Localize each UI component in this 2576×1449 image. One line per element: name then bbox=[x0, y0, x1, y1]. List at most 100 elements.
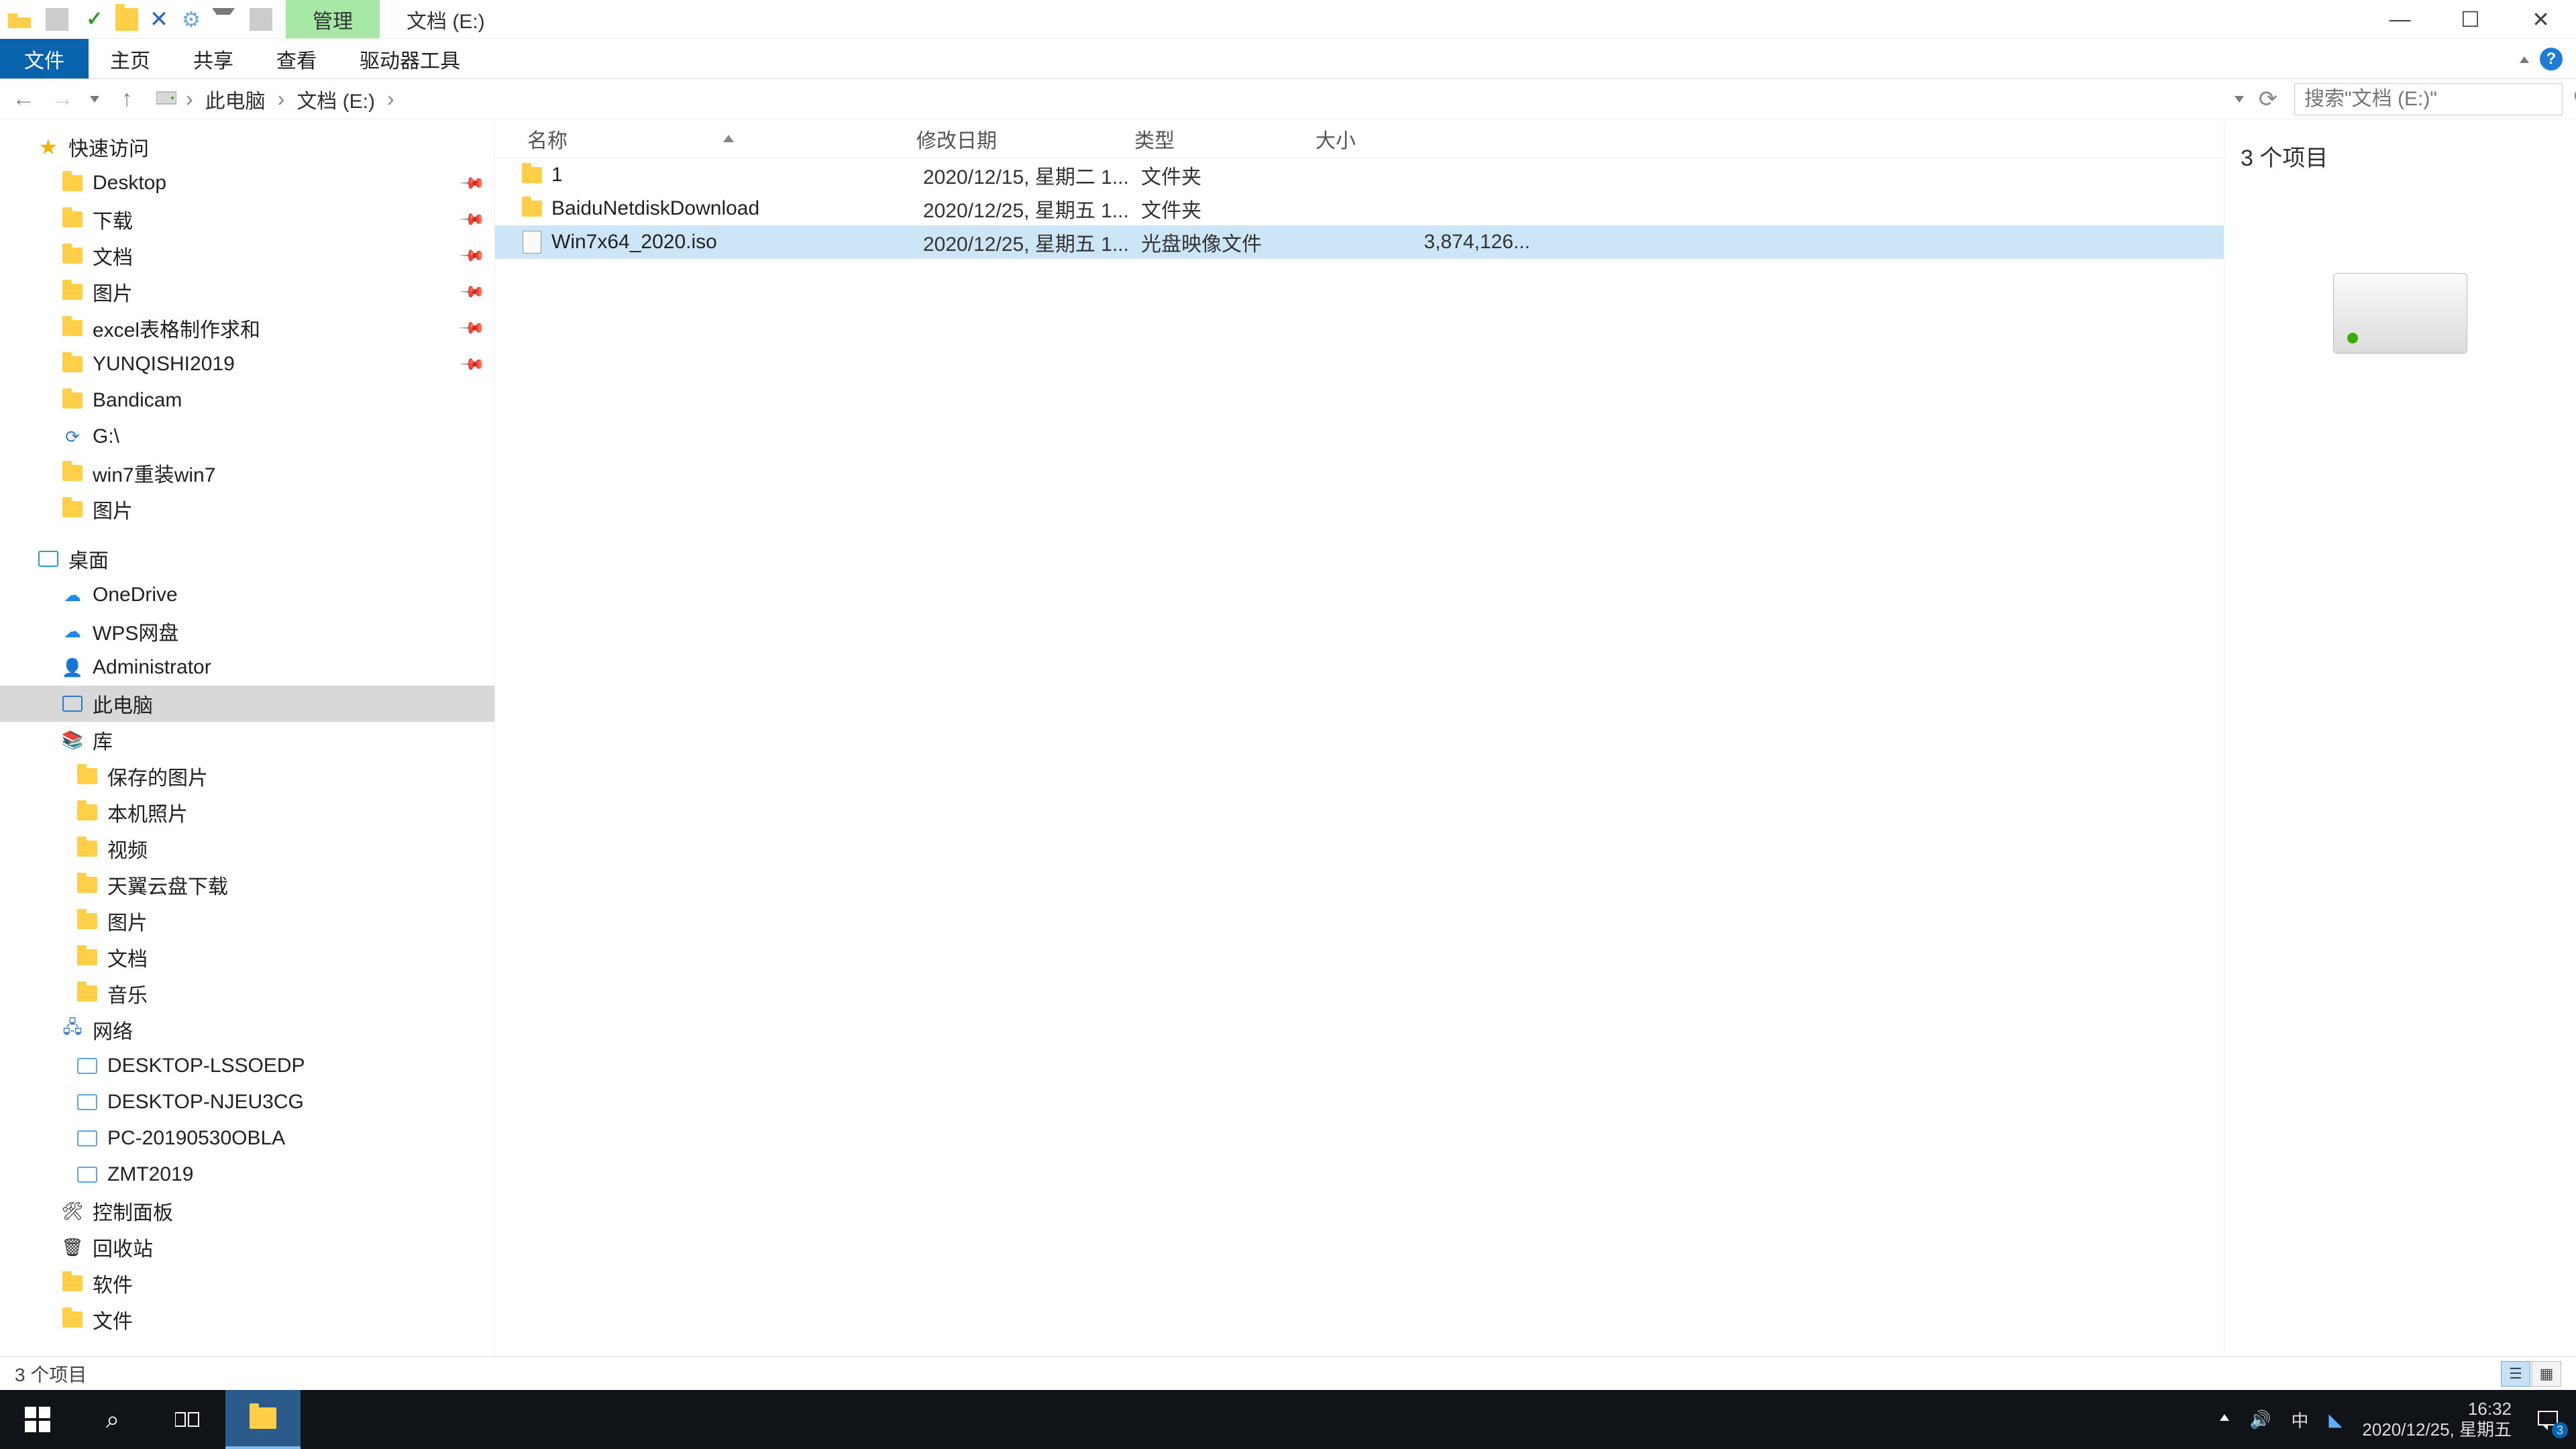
close-button[interactable]: ✕ bbox=[2506, 0, 2576, 38]
tree-item[interactable]: 🛠控制面板 bbox=[0, 1193, 494, 1229]
chevron-right-icon[interactable]: › bbox=[272, 87, 290, 111]
refresh-button[interactable]: ⟳ bbox=[2254, 83, 2282, 116]
tray-app-icon[interactable]: ◣ bbox=[2328, 1409, 2342, 1430]
tree-item[interactable]: PC-20190530OBLA bbox=[0, 1120, 494, 1157]
view-thumbnails-button[interactable]: ▦ bbox=[2532, 1361, 2561, 1387]
qat-folder-icon[interactable] bbox=[115, 8, 138, 31]
tree-label: DESKTOP-LSSOEDP bbox=[107, 1055, 305, 1077]
file-name: Win7x64_2020.iso bbox=[551, 231, 923, 254]
tree-item[interactable]: 图片 bbox=[0, 903, 494, 939]
tree-item[interactable]: 🖧网络 bbox=[0, 1012, 494, 1048]
qat-confirm-icon[interactable]: ✓ bbox=[83, 8, 106, 31]
drive-icon bbox=[156, 87, 176, 111]
qat-dropdown-icon[interactable] bbox=[212, 8, 235, 31]
tab-share[interactable]: 共享 bbox=[172, 39, 255, 78]
tree-item[interactable]: 天翼云盘下载 bbox=[0, 867, 494, 903]
breadcrumb-drive[interactable]: 文档 (E:) bbox=[294, 85, 378, 114]
tree-quick-item[interactable]: 下载📌 bbox=[0, 201, 494, 237]
ribbon-context-tab[interactable]: 管理 bbox=[286, 0, 380, 38]
tree-item[interactable]: DESKTOP-NJEU3CG bbox=[0, 1084, 494, 1120]
breadcrumb-pc[interactable]: 此电脑 bbox=[203, 85, 268, 114]
address-dropdown-icon[interactable] bbox=[2227, 83, 2251, 116]
volume-icon[interactable]: 🔊 bbox=[2249, 1409, 2271, 1430]
tree-item[interactable]: 🗑回收站 bbox=[0, 1229, 494, 1265]
ime-indicator[interactable]: 中 bbox=[2291, 1407, 2308, 1432]
tree-item[interactable]: 此电脑 bbox=[0, 686, 494, 722]
file-row[interactable]: 12020/12/15, 星期二 1...文件夹 bbox=[495, 158, 2224, 192]
tree-quick-item[interactable]: Desktop📌 bbox=[0, 165, 494, 201]
help-icon[interactable]: ? bbox=[2540, 48, 2563, 70]
tree-item[interactable]: 📚库 bbox=[0, 722, 494, 758]
tray-expand-icon[interactable] bbox=[2220, 1409, 2229, 1430]
start-button[interactable] bbox=[0, 1390, 75, 1449]
folder-icon bbox=[60, 352, 85, 376]
tree-item[interactable]: 本机照片 bbox=[0, 794, 494, 830]
tree-item[interactable]: 文件 bbox=[0, 1301, 494, 1338]
tree-label: 控制面板 bbox=[93, 1196, 173, 1226]
file-row[interactable]: BaiduNetdiskDownload2020/12/25, 星期五 1...… bbox=[495, 192, 2224, 225]
address-bar[interactable]: › 此电脑 › 文档 (E:) › bbox=[149, 83, 2222, 115]
tree-item[interactable]: 软件 bbox=[0, 1265, 494, 1301]
minimize-button[interactable]: — bbox=[2365, 0, 2435, 38]
folder-icon bbox=[60, 497, 85, 521]
taskbar-clock[interactable]: 16:32 2020/12/25, 星期五 bbox=[2362, 1399, 2512, 1440]
column-name[interactable]: 名称 bbox=[521, 124, 916, 154]
system-tray: 🔊 中 ◣ 16:32 2020/12/25, 星期五 3 bbox=[2220, 1399, 2564, 1440]
file-list[interactable]: 12020/12/15, 星期二 1...文件夹BaiduNetdiskDown… bbox=[495, 158, 2224, 1356]
tree-quick-item[interactable]: YUNQISHI2019📌 bbox=[0, 346, 494, 382]
action-center-button[interactable]: 3 bbox=[2532, 1403, 2564, 1436]
tree-item[interactable]: ZMT2019 bbox=[0, 1157, 494, 1193]
tree-item[interactable]: 保存的图片 bbox=[0, 758, 494, 794]
column-size[interactable]: 大小 bbox=[1316, 124, 1564, 154]
tree-quick-item[interactable]: excel表格制作求和📌 bbox=[0, 310, 494, 346]
ribbon-expand-icon[interactable] bbox=[2520, 46, 2529, 71]
tree-quick-item[interactable]: win7重装win7 bbox=[0, 455, 494, 491]
folder-icon bbox=[60, 280, 85, 304]
taskbar-search-button[interactable]: ⌕ bbox=[75, 1390, 150, 1449]
tree-label: ZMT2019 bbox=[107, 1163, 193, 1186]
tree-item[interactable]: 👤Administrator bbox=[0, 649, 494, 686]
task-view-button[interactable] bbox=[150, 1390, 225, 1449]
column-type[interactable]: 类型 bbox=[1134, 124, 1316, 154]
tree-item[interactable]: 视频 bbox=[0, 830, 494, 867]
tree-item[interactable]: ☁WPS网盘 bbox=[0, 613, 494, 649]
tree-item[interactable]: DESKTOP-LSSOEDP bbox=[0, 1048, 494, 1084]
back-button[interactable]: ← bbox=[7, 83, 40, 116]
search-icon[interactable]: 🔍 bbox=[2573, 87, 2576, 112]
search-input[interactable] bbox=[2295, 88, 2573, 111]
pin-icon: 📌 bbox=[458, 169, 486, 197]
tree-quick-item[interactable]: 文档📌 bbox=[0, 237, 494, 274]
notification-badge: 3 bbox=[2552, 1422, 2568, 1438]
tab-home[interactable]: 主页 bbox=[89, 39, 172, 78]
taskbar-explorer-button[interactable] bbox=[225, 1390, 301, 1449]
column-date[interactable]: 修改日期 bbox=[916, 124, 1134, 154]
view-details-button[interactable]: ☰ bbox=[2501, 1361, 2530, 1387]
folder-icon: ⟳ bbox=[60, 425, 85, 449]
tree-quick-item[interactable]: 图片 bbox=[0, 491, 494, 527]
qat-settings-icon[interactable]: ⚙ bbox=[180, 8, 203, 31]
recent-dropdown[interactable] bbox=[85, 83, 105, 116]
tree-item[interactable]: 文档 bbox=[0, 939, 494, 975]
qat-cancel-icon[interactable]: ✕ bbox=[148, 8, 170, 31]
forward-button[interactable]: → bbox=[46, 83, 79, 116]
tree-quick-item[interactable]: 图片📌 bbox=[0, 274, 494, 310]
navigation-tree[interactable]: ★ 快速访问 Desktop📌下载📌文档📌图片📌excel表格制作求和📌YUNQ… bbox=[0, 119, 495, 1356]
maximize-button[interactable]: ☐ bbox=[2435, 0, 2506, 38]
tree-quick-item[interactable]: Bandicam bbox=[0, 382, 494, 419]
tree-desktop[interactable]: 桌面 bbox=[0, 541, 494, 577]
tree-quick-access[interactable]: ★ 快速访问 bbox=[0, 129, 494, 165]
search-box[interactable]: 🔍 bbox=[2294, 83, 2563, 115]
file-row[interactable]: Win7x64_2020.iso2020/12/25, 星期五 1...光盘映像… bbox=[495, 225, 2224, 259]
ribbon-tabs: 文件 主页 共享 查看 驱动器工具 ? bbox=[0, 39, 2576, 79]
tab-drive-tools[interactable]: 驱动器工具 bbox=[338, 39, 482, 78]
chevron-right-icon[interactable]: › bbox=[180, 87, 199, 111]
tree-item[interactable]: 音乐 bbox=[0, 975, 494, 1012]
up-button[interactable]: ↑ bbox=[110, 83, 144, 116]
tree-item[interactable]: ☁OneDrive bbox=[0, 577, 494, 613]
item-icon bbox=[75, 1090, 99, 1114]
chevron-right-icon[interactable]: › bbox=[382, 87, 400, 111]
tree-label: 视频 bbox=[107, 834, 148, 863]
tab-file[interactable]: 文件 bbox=[0, 39, 89, 78]
tree-quick-item[interactable]: ⟳G:\ bbox=[0, 419, 494, 455]
tab-view[interactable]: 查看 bbox=[255, 39, 338, 78]
